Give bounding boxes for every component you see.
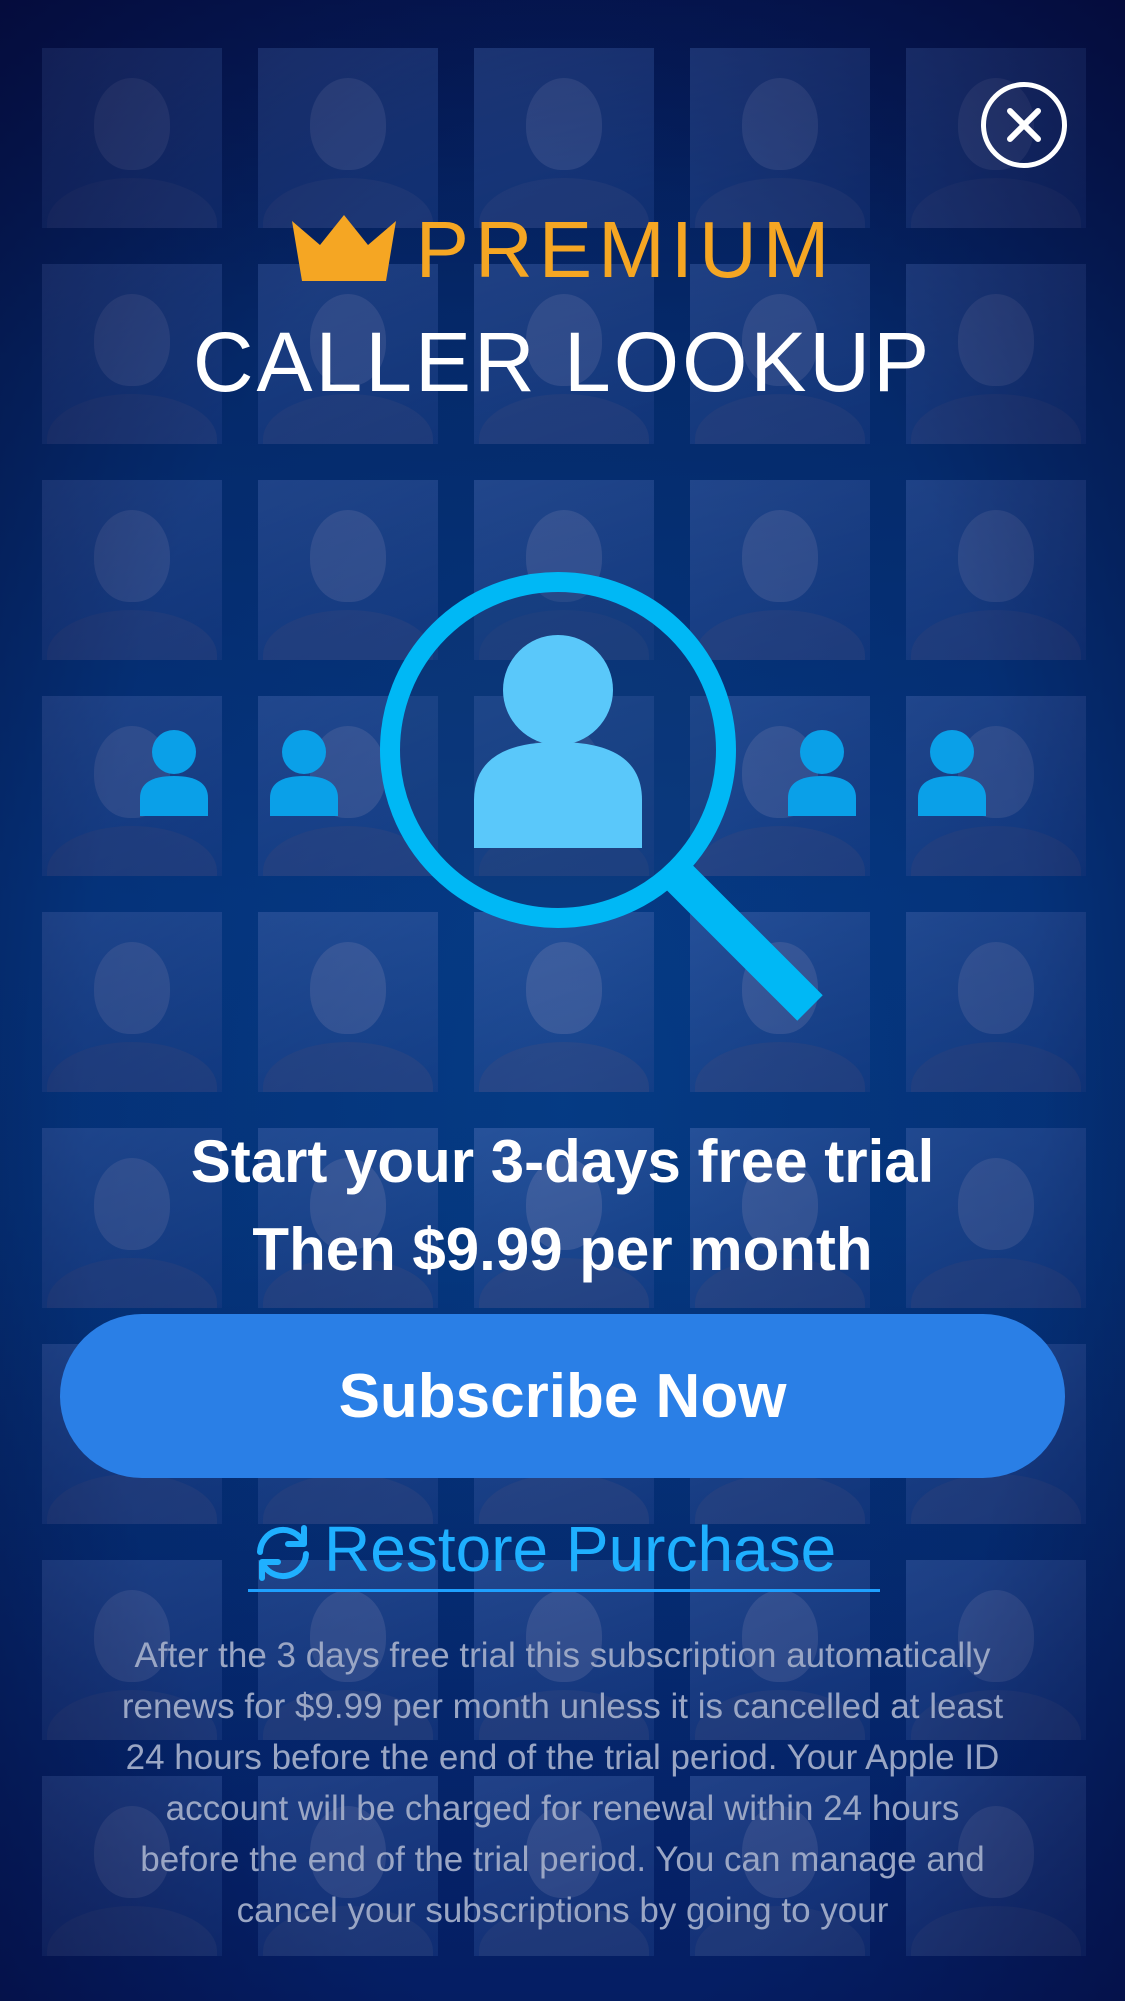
premium-header: PREMIUM <box>0 205 1125 295</box>
person-icon <box>918 730 986 816</box>
person-icon <box>270 730 338 816</box>
refresh-icon <box>257 1524 309 1581</box>
close-button[interactable] <box>981 82 1067 168</box>
magnifier-person-icon <box>380 572 823 1021</box>
restore-purchase-label: Restore Purchase <box>324 1512 837 1585</box>
page-title: CALLER LOOKUP <box>192 315 933 409</box>
trial-offer: Start your 3-days free trial Then $9.99 … <box>0 1118 1125 1294</box>
subscription-terms: After the 3 days free trial this subscri… <box>121 1636 1004 1930</box>
close-icon <box>1007 108 1041 142</box>
subscribe-button[interactable]: Subscribe Now <box>60 1314 1065 1478</box>
price-line: Then $9.99 per month <box>252 1216 873 1283</box>
crown-icon <box>291 215 396 281</box>
premium-label: PREMIUM <box>415 205 836 294</box>
person-icon <box>140 730 208 816</box>
restore-purchase-link[interactable]: Restore Purchase <box>248 1508 880 1592</box>
trial-line: Start your 3-days free trial <box>190 1128 935 1195</box>
